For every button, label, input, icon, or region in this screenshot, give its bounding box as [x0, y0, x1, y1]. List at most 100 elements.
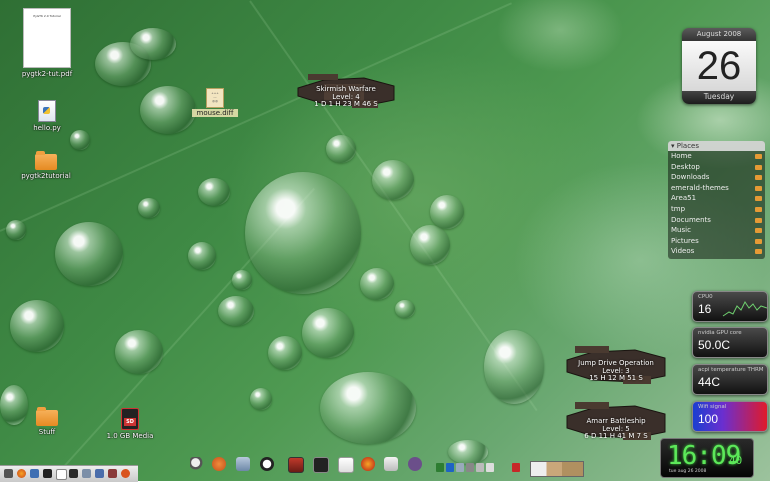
mail-icon[interactable] — [30, 469, 39, 478]
bluetooth-icon[interactable] — [446, 463, 454, 472]
firefox-icon[interactable] — [361, 457, 375, 471]
water-drop — [140, 86, 196, 134]
water-drop — [250, 388, 272, 410]
window-thumbnails[interactable] — [530, 461, 584, 477]
water-drop — [320, 372, 416, 444]
skill-widget-jump-drive[interactable]: Jump Drive Operation Level: 3 15 H 12 M … — [563, 344, 669, 388]
desktop-icon-label: hello.py — [33, 124, 61, 132]
places-widget: ▾ Places Home Desktop Downloads emerald-… — [668, 141, 765, 259]
files-icon[interactable] — [82, 469, 91, 478]
network-icon[interactable] — [236, 457, 250, 471]
python-file-icon-item[interactable]: hello.py — [22, 100, 72, 132]
place-item-emerald-themes[interactable]: emerald-themes — [668, 183, 765, 194]
cpu-monitor[interactable]: CPU0 16 — [692, 291, 768, 322]
monitor-label: Wifi signal — [698, 404, 727, 410]
logout-icon[interactable] — [512, 463, 520, 472]
monitor-icon[interactable] — [313, 457, 329, 473]
play-icon[interactable] — [476, 463, 484, 472]
music-icon[interactable] — [95, 469, 104, 478]
gpu-temp-monitor[interactable]: nvidia GPU core 50.0C — [692, 327, 768, 358]
diff-file-icon: +++ --- @@ — [206, 88, 224, 108]
folder-icon — [755, 228, 762, 234]
wifi-monitor[interactable]: Wifi signal 100 — [692, 401, 768, 432]
skill-widget-amarr-battleship[interactable]: Amarr Battleship Level: 5 6 D 11 H 41 M … — [563, 400, 669, 444]
water-drop — [232, 270, 252, 290]
water-drop — [268, 336, 302, 370]
document-icon[interactable] — [56, 469, 67, 480]
sd-card-icon-item[interactable]: SD 1.0 GB Media — [104, 408, 156, 440]
place-item-desktop[interactable]: Desktop — [668, 162, 765, 173]
skill-widget-skirmish[interactable]: Skirmish Warfare Level: 4 1 D 1 H 23 M 4… — [294, 70, 398, 114]
calendar-day: 26 — [682, 41, 756, 91]
water-drop — [188, 242, 216, 270]
water-drop — [6, 220, 26, 240]
magnifier-icon[interactable] — [190, 457, 204, 471]
folder-icon — [755, 196, 762, 202]
water-drop — [198, 178, 230, 206]
acpi-temp-monitor[interactable]: acpi temperature THRM 44C — [692, 364, 768, 395]
water-drop — [138, 198, 160, 218]
desktop-icon-label: pygtk2tutorial — [21, 172, 71, 180]
pdf-file-icon-item[interactable]: PyGTK 2.0 Tutorial pygtk2-tut.pdf — [18, 8, 76, 78]
folder-icon — [755, 238, 762, 244]
ubuntu-icon[interactable] — [212, 457, 226, 471]
water-drop — [395, 300, 415, 318]
folder-icon — [755, 154, 762, 159]
monitor-label: CPU0 — [698, 294, 713, 300]
mail-icon[interactable] — [384, 457, 398, 471]
signal-icon[interactable] — [436, 463, 444, 472]
skill-time: 6 D 11 H 41 M 7 S — [584, 432, 648, 440]
clock-seconds: 40 — [729, 454, 743, 467]
digital-clock-widget[interactable]: 16:09 40 tue aug 26 2008 — [660, 438, 754, 478]
place-item-music[interactable]: Music — [668, 225, 765, 236]
bottom-panel — [0, 465, 138, 482]
places-header[interactable]: ▾ Places — [668, 141, 765, 151]
water-drop — [70, 130, 90, 150]
water-drop — [55, 222, 123, 286]
place-item-downloads[interactable]: Downloads — [668, 172, 765, 183]
python-script-icon — [38, 100, 56, 122]
monitor-label: acpi temperature THRM — [698, 367, 764, 373]
tux-icon[interactable] — [260, 457, 274, 471]
chart-icon[interactable] — [69, 469, 78, 478]
volume-icon[interactable] — [466, 463, 474, 472]
desktop-icon-label: 1.0 GB Media — [106, 432, 154, 440]
ubuntu-icon[interactable] — [121, 469, 130, 478]
place-item-pictures[interactable]: Pictures — [668, 236, 765, 247]
folder-icon — [36, 407, 58, 426]
desktop-icon-label: Stuff — [38, 428, 56, 436]
place-item-tmp[interactable]: tmp — [668, 204, 765, 215]
diff-file-icon-item[interactable]: +++ --- @@ mouse.diff — [192, 88, 238, 117]
place-item-documents[interactable]: Documents — [668, 215, 765, 226]
firefox-icon[interactable] — [17, 469, 26, 478]
folder-icon-item[interactable]: pygtk2tutorial — [14, 151, 78, 180]
folder-icon-item[interactable]: Stuff — [28, 407, 66, 436]
terminal-icon[interactable] — [43, 469, 52, 478]
settings-icon[interactable] — [108, 469, 117, 478]
place-item-home[interactable]: Home — [668, 151, 765, 162]
notes-icon[interactable] — [338, 457, 354, 473]
desktop-icon-label: pygtk2-tut.pdf — [21, 70, 73, 78]
water-drop — [430, 195, 464, 229]
water-drop — [326, 135, 356, 163]
pidgin-icon[interactable] — [408, 457, 422, 471]
monitor-value: 100 — [698, 412, 719, 426]
water-drop — [484, 330, 544, 404]
monitor-label: nvidia GPU core — [698, 330, 742, 336]
place-item-videos[interactable]: Videos — [668, 246, 765, 257]
menu-icon[interactable] — [4, 469, 13, 478]
list-icon[interactable] — [486, 463, 494, 472]
calendar-widget[interactable]: August 2008 26 Tuesday — [682, 28, 756, 104]
folder-icon — [755, 175, 762, 181]
pdf-thumbnail-icon: PyGTK 2.0 Tutorial — [23, 8, 71, 68]
terminal-icon[interactable] — [288, 457, 304, 473]
display-icon[interactable] — [456, 463, 464, 472]
monitor-value: 16 — [698, 302, 712, 316]
water-drop — [0, 385, 28, 425]
monitor-value: 44C — [698, 375, 721, 389]
clock-date: tue aug 26 2008 — [669, 469, 707, 474]
folder-icon — [35, 151, 57, 170]
place-item-area51[interactable]: Area51 — [668, 193, 765, 204]
water-drop — [360, 268, 394, 300]
folder-icon — [755, 217, 762, 223]
